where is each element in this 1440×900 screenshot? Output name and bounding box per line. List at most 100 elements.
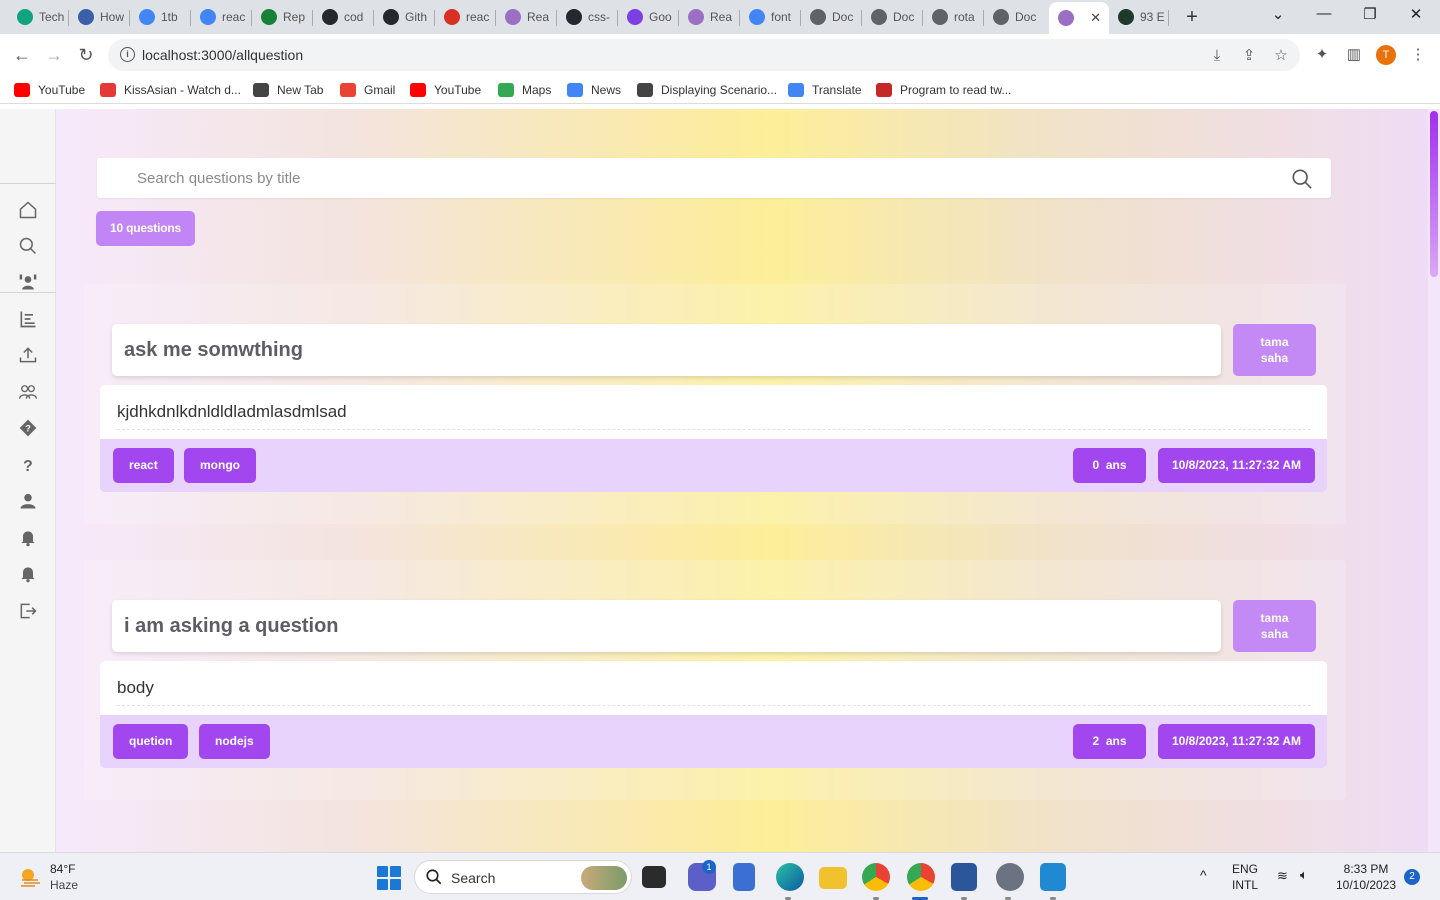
browser-tab[interactable]: 1tb xyxy=(130,4,191,30)
bookmark-item[interactable]: Maps xyxy=(498,81,551,99)
settings-gear-icon[interactable] xyxy=(996,863,1024,891)
question-footer: quetion nodejs 2 ans 10/8/2023, 11:27:32… xyxy=(100,715,1327,768)
taskbar-search-box[interactable]: Search xyxy=(414,860,632,894)
tab-search-chevron-icon[interactable]: ⌄ xyxy=(1263,5,1293,23)
bookmark-item[interactable]: YouTube xyxy=(410,81,481,99)
weather-description[interactable]: Haze xyxy=(50,878,78,892)
bookmark-item[interactable]: Translate xyxy=(788,81,862,99)
tag-pill[interactable]: mongo xyxy=(184,448,256,483)
weather-haze-icon[interactable] xyxy=(18,865,42,889)
answers-count-pill[interactable]: 0 ans xyxy=(1073,448,1146,483)
word-icon[interactable] xyxy=(951,863,977,891)
answers-count-pill[interactable]: 2 ans xyxy=(1073,724,1146,759)
browser-tab[interactable]: css- xyxy=(557,4,618,30)
browser-tab[interactable]: How xyxy=(69,4,130,30)
list-icon[interactable] xyxy=(16,307,40,331)
vscode-icon[interactable] xyxy=(1040,863,1066,891)
back-arrow-icon[interactable]: ← xyxy=(11,44,33,66)
share-icon[interactable]: ⇪ xyxy=(1240,47,1258,65)
browser-tab[interactable]: Rep xyxy=(252,4,313,30)
bell-icon[interactable] xyxy=(16,526,40,550)
search-icon[interactable] xyxy=(1291,168,1313,190)
question-search-input[interactable] xyxy=(137,158,1267,198)
forward-arrow-icon[interactable]: → xyxy=(43,44,65,66)
tab-close-icon[interactable]: ✕ xyxy=(1090,10,1101,26)
reload-icon[interactable]: ↻ xyxy=(75,44,97,66)
chrome-icon[interactable] xyxy=(862,863,890,891)
question-title[interactable]: ask me somwthing xyxy=(124,339,303,362)
question-diamond-icon[interactable]: ? xyxy=(16,416,40,440)
file-explorer-icon[interactable] xyxy=(819,867,847,889)
bookmark-item[interactable]: Gmail xyxy=(340,81,395,99)
browser-tab[interactable]: 93 E xyxy=(1109,4,1169,30)
restore-button[interactable]: ❐ xyxy=(1355,5,1385,23)
page-scrollbar-thumb[interactable] xyxy=(1430,111,1438,277)
tab-favicon-icon xyxy=(932,9,948,25)
profile-avatar[interactable]: T xyxy=(1376,45,1396,65)
notepad-icon[interactable] xyxy=(733,863,755,891)
browser-tab[interactable]: ✕ xyxy=(1049,2,1109,34)
bookmark-item[interactable]: KissAsian - Watch d... xyxy=(100,81,241,99)
home-icon[interactable] xyxy=(16,198,40,222)
browser-tab[interactable]: cod xyxy=(313,4,374,30)
browser-tab[interactable]: font xyxy=(740,4,801,30)
keyboard-layout: INTL xyxy=(1232,878,1259,892)
question-mark-icon[interactable]: ? xyxy=(16,453,40,477)
search-icon[interactable] xyxy=(16,234,40,258)
browser-tab[interactable]: reac xyxy=(191,4,252,30)
browser-tab[interactable]: Doc xyxy=(801,4,862,30)
install-app-icon[interactable]: ⤓ xyxy=(1208,47,1226,65)
tray-overflow-chevron-icon[interactable]: ^ xyxy=(1200,867,1207,883)
bookmark-star-icon[interactable]: ☆ xyxy=(1272,47,1290,65)
address-bar[interactable]: i localhost:3000/allquestion ⤓ ⇪ ☆ xyxy=(108,39,1300,71)
tag-pill[interactable]: nodejs xyxy=(199,724,270,759)
extensions-puzzle-icon[interactable]: ✦ xyxy=(1312,45,1332,65)
team-icon[interactable] xyxy=(16,270,40,294)
browser-tab[interactable]: Gith xyxy=(374,4,435,30)
user-icon[interactable] xyxy=(16,489,40,513)
chrome-profile-icon[interactable] xyxy=(907,863,935,891)
language-indicator[interactable]: ENG INTL xyxy=(1232,862,1258,892)
browser-tab[interactable]: rota xyxy=(923,4,984,30)
windows-start-button[interactable] xyxy=(377,866,401,890)
close-window-button[interactable]: ✕ xyxy=(1401,5,1431,23)
bookmark-item[interactable]: YouTube xyxy=(14,81,85,99)
task-view-icon[interactable] xyxy=(642,866,666,888)
site-info-icon[interactable]: i xyxy=(120,47,135,62)
tag-pill[interactable]: quetion xyxy=(113,724,189,759)
upload-icon[interactable] xyxy=(16,343,40,367)
browser-tab[interactable]: reac xyxy=(435,4,496,30)
question-title-box[interactable]: ask me somwthing xyxy=(112,324,1221,376)
bookmark-item[interactable]: New Tab xyxy=(253,81,323,99)
bookmark-item[interactable]: News xyxy=(567,81,621,99)
notification-count-badge[interactable]: 2 xyxy=(1404,869,1420,885)
tab-label: rota xyxy=(954,10,975,24)
volume-icon[interactable]: 🔈︎ xyxy=(1300,867,1308,883)
author-badge[interactable]: tama saha xyxy=(1233,600,1316,652)
question-search-bar[interactable] xyxy=(97,158,1331,198)
bookmark-item[interactable]: Displaying Scenario... xyxy=(637,81,777,99)
question-title-box[interactable]: i am asking a question xyxy=(112,600,1221,652)
side-panel-icon[interactable]: ▥ xyxy=(1344,45,1364,65)
wifi-icon[interactable]: ≋ xyxy=(1277,868,1288,884)
browser-tab[interactable]: Rea xyxy=(679,4,740,30)
logout-icon[interactable] xyxy=(16,599,40,623)
clock[interactable]: 8:33 PM 10/10/2023 xyxy=(1332,862,1400,892)
tag-pill[interactable]: react xyxy=(113,448,174,483)
menu-kebab-icon[interactable]: ⋮ xyxy=(1408,45,1428,65)
url-text[interactable]: localhost:3000/allquestion xyxy=(142,47,303,63)
browser-tab[interactable]: Doc xyxy=(984,4,1045,30)
question-title[interactable]: i am asking a question xyxy=(124,615,339,638)
bookmark-item[interactable]: Program to read tw... xyxy=(876,81,1011,99)
users-icon[interactable] xyxy=(16,380,40,404)
browser-tab[interactable]: Doc xyxy=(862,4,923,30)
weather-temperature[interactable]: 84°F xyxy=(50,862,75,876)
edge-browser-icon[interactable] xyxy=(776,863,804,891)
bell-icon[interactable] xyxy=(16,562,40,586)
browser-tab[interactable]: Tech xyxy=(8,4,69,30)
browser-tab[interactable]: Goo xyxy=(618,4,679,30)
minimize-button[interactable]: — xyxy=(1309,5,1339,22)
browser-tab[interactable]: Rea xyxy=(496,4,557,30)
author-badge[interactable]: tama saha xyxy=(1233,324,1316,376)
new-tab-button[interactable]: + xyxy=(1180,6,1204,28)
